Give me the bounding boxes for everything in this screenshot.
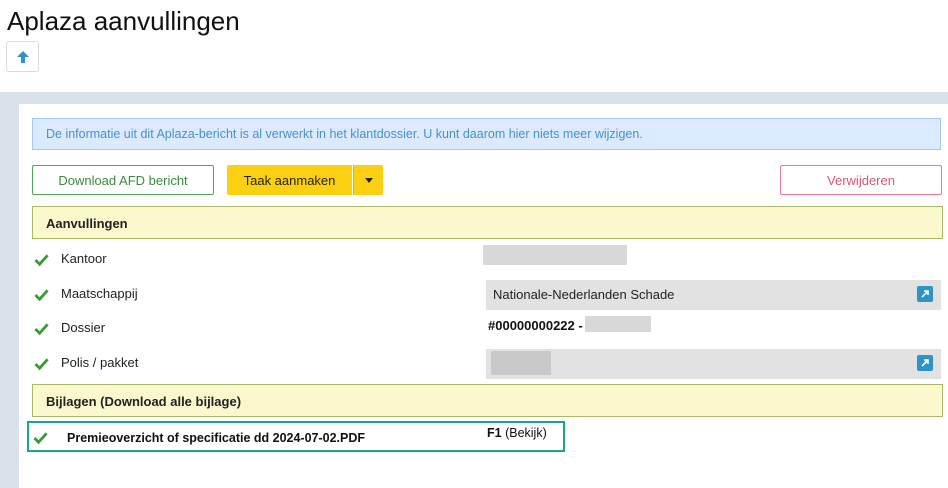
delete-button[interactable]: Verwijderen [780, 165, 942, 195]
checkmark-icon [34, 323, 49, 336]
back-up-button[interactable] [6, 41, 39, 72]
view-attachment-link[interactable]: (Bekijk) [505, 426, 547, 440]
field-row-dossier: Dossier #00000000222 - [32, 314, 943, 344]
field-row-maatschappij: Maatschappij Nationale-Nederlanden Schad… [32, 280, 943, 310]
external-link-icon[interactable] [917, 286, 933, 302]
checkmark-icon [34, 254, 49, 267]
dossier-value: #00000000222 - [488, 318, 583, 333]
create-task-dropdown-toggle[interactable] [353, 165, 383, 195]
section-aanvullingen-header: Aanvullingen [32, 206, 943, 239]
download-afd-button[interactable]: Download AFD bericht [32, 165, 214, 195]
field-label-maatschappij: Maatschappij [61, 286, 138, 301]
polis-value-box [486, 349, 941, 379]
attachment-code: F1 (Bekijk) [487, 426, 547, 440]
field-label-polis: Polis / pakket [61, 355, 139, 370]
page-title: Aplaza aanvullingen [7, 6, 240, 36]
field-row-polis: Polis / pakket [32, 349, 943, 379]
chevron-down-icon [364, 177, 373, 183]
redacted-value [483, 245, 627, 265]
info-alert: De informatie uit dit Aplaza-bericht is … [32, 118, 941, 150]
section-bijlagen-header[interactable]: Bijlagen (Download alle bijlage) [32, 384, 943, 417]
checkmark-icon [34, 358, 49, 371]
create-task-button[interactable]: Taak aanmaken [227, 165, 352, 195]
field-row-kantoor: Kantoor [32, 245, 943, 275]
maatschappij-value: Nationale-Nederlanden Schade [493, 287, 675, 302]
field-label-kantoor: Kantoor [61, 251, 107, 266]
checkmark-icon [33, 432, 48, 445]
attachment-filename: Premieoverzicht of specificatie dd 2024-… [67, 431, 366, 445]
attachment-code-label: F1 [487, 426, 502, 440]
field-label-dossier: Dossier [61, 320, 106, 335]
redacted-value [491, 351, 551, 375]
redacted-value [585, 316, 651, 332]
checkmark-icon [34, 289, 49, 302]
attachment-row[interactable]: Premieoverzicht of specificatie dd 2024-… [27, 421, 565, 452]
arrow-up-icon [16, 50, 29, 63]
external-link-icon[interactable] [917, 355, 933, 371]
maatschappij-value-box: Nationale-Nederlanden Schade [486, 280, 941, 310]
